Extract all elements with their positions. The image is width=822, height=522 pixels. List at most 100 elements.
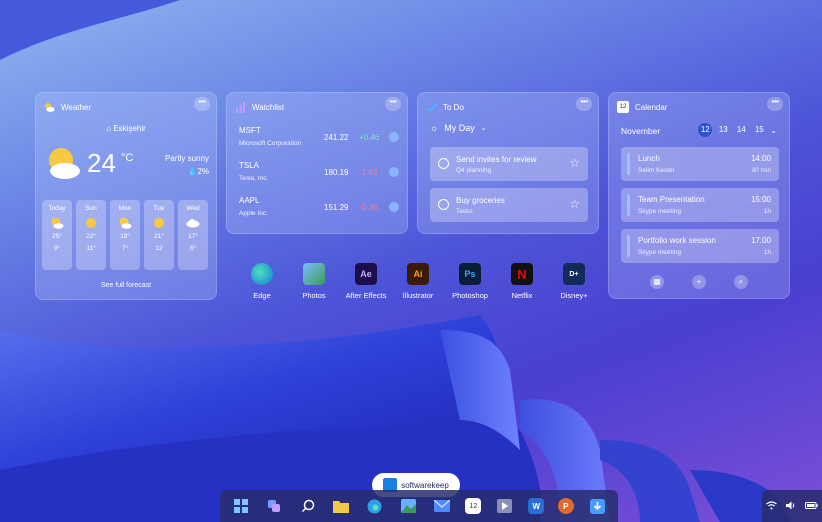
app-netflix[interactable]: N Netflix — [496, 263, 548, 300]
calendar-day[interactable]: 14 — [734, 123, 748, 137]
start-icon[interactable] — [231, 496, 251, 516]
task-title: Buy groceries — [456, 196, 505, 205]
calendar-month: November — [621, 126, 661, 136]
edge-taskbar-icon[interactable] — [365, 496, 385, 516]
sunny-icon — [86, 218, 96, 228]
event-color-bar — [627, 235, 630, 257]
calendar-day[interactable]: 13 — [716, 123, 730, 137]
wifi-icon[interactable] — [766, 500, 778, 512]
partly-sunny-icon — [45, 146, 81, 185]
task-title: Send invites for review — [456, 155, 537, 164]
search-icon[interactable]: ⌕ — [734, 275, 748, 289]
app-photoshop[interactable]: Ps Photoshop — [444, 263, 496, 300]
stock-change: +0.46 — [359, 133, 380, 142]
open-calendar-icon[interactable]: ▦ — [650, 275, 664, 289]
my-day-label: My Day — [444, 123, 475, 133]
netflix-icon: N — [511, 263, 533, 285]
stock-row[interactable]: AAPL Apple Inc. 151.29 -0.38 — [239, 196, 399, 222]
weather-condition: Partly sunny — [164, 154, 209, 163]
forecast-day[interactable]: Today 25° 9° — [42, 200, 72, 270]
app-photos[interactable]: Photos — [288, 263, 340, 300]
calendar-event[interactable]: Team Presentation Skype meeting 15:00 1h — [621, 188, 779, 222]
my-day-selector[interactable]: ☼ My Day ⌄ — [430, 123, 487, 133]
photoshop-icon: Ps — [459, 263, 481, 285]
raindrop-icon: 💧 — [187, 167, 198, 176]
stock-row[interactable]: TSLA Tesla, Inc. 180.19 -1.63 — [239, 161, 399, 187]
mail-icon[interactable] — [432, 496, 452, 516]
volume-icon[interactable] — [785, 501, 796, 512]
temperature-unit: °C — [121, 152, 134, 164]
widgets-icon[interactable] — [264, 496, 284, 516]
stock-symbol: MSFT — [239, 126, 261, 135]
watchlist-widget[interactable]: Watchlist ••• MSFT Microsoft Corporation… — [226, 92, 408, 234]
precipitation: 💧2% — [187, 167, 209, 176]
see-full-forecast-link[interactable]: See full forecast — [35, 282, 217, 289]
stock-row[interactable]: MSFT Microsoft Corporation 241.22 +0.46 — [239, 126, 399, 152]
check-icon — [389, 132, 399, 142]
forecast-day[interactable]: Tue 21° 12 — [144, 200, 174, 270]
calendar-header: 12 Calendar — [617, 99, 781, 115]
todo-title: To Do — [443, 102, 464, 112]
task-checkbox[interactable] — [438, 199, 449, 210]
star-icon[interactable]: ☆ — [569, 197, 580, 211]
event-subtitle: Skype meeting — [638, 208, 681, 215]
calendar-day[interactable]: 12 — [698, 123, 713, 137]
calendar-event[interactable]: Lunch Selim Kestel 14:00 30 min — [621, 147, 779, 181]
calendar-app-icon: 12 — [617, 101, 629, 113]
stock-name: Apple Inc. — [239, 210, 268, 217]
calendar-widget[interactable]: 12 Calendar ••• November 12 13 14 15 ⌄ L… — [608, 92, 790, 299]
stock-price: 241.22 — [324, 133, 349, 142]
event-duration: 1h — [763, 249, 771, 256]
task-list-name: Q4 planning — [456, 167, 492, 174]
task-checkbox[interactable] — [438, 158, 449, 169]
calendar-day-picker: 12 13 14 15 ⌄ — [698, 123, 777, 137]
add-event-icon[interactable]: + — [692, 275, 706, 289]
app-after-effects[interactable]: Ae After Effects — [340, 263, 392, 300]
file-explorer-icon[interactable] — [331, 496, 351, 516]
star-icon[interactable]: ☆ — [569, 156, 580, 170]
app-illustrator[interactable]: Ai Illustrator — [392, 263, 444, 300]
todo-widget[interactable]: To Do ••• ☼ My Day ⌄ Send invites for re… — [417, 92, 599, 234]
calendar-actions: ▦ + ⌕ — [609, 275, 789, 289]
battery-icon[interactable] — [804, 501, 818, 511]
watchlist-more-button[interactable]: ••• — [385, 97, 401, 111]
forecast-day[interactable]: Mon 18° 7° — [110, 200, 140, 270]
chevron-down-icon: ⌄ — [480, 125, 487, 132]
calendar-event[interactable]: Portfolio work session Skype meeting 17:… — [621, 229, 779, 263]
event-title: Team Presentation — [638, 195, 705, 204]
calendar-taskbar-icon[interactable]: 12 — [465, 498, 482, 514]
word-icon[interactable]: W — [528, 498, 545, 514]
edge-icon — [251, 263, 273, 285]
stock-symbol: TSLA — [239, 161, 260, 170]
calendar-day[interactable]: 15 — [752, 123, 766, 137]
event-time: 15:00 — [750, 195, 771, 204]
partly-sunny-icon — [51, 217, 64, 229]
photos-taskbar-icon[interactable] — [398, 496, 418, 516]
check-icon — [389, 167, 399, 177]
chevron-down-icon[interactable]: ⌄ — [770, 126, 777, 135]
photos-icon — [303, 263, 325, 285]
watchlist-title: Watchlist — [252, 102, 285, 112]
event-duration: 1h — [763, 208, 771, 215]
after-effects-icon: Ae — [355, 263, 377, 285]
app-launcher: Edge Photos Ae After Effects Ai Illustra… — [236, 263, 600, 300]
stock-symbol: AAPL — [239, 196, 260, 205]
partly-sunny-icon — [119, 217, 132, 229]
forecast-day[interactable]: Wed 17° 6° — [178, 200, 208, 270]
calendar-more-button[interactable]: ••• — [767, 97, 783, 111]
app-edge[interactable]: Edge — [236, 263, 288, 300]
todo-check-icon — [426, 102, 437, 113]
system-tray[interactable] — [762, 490, 822, 522]
task-item[interactable]: Send invites for review Q4 planning ☆ — [430, 147, 588, 181]
powerpoint-icon[interactable]: P — [557, 498, 574, 514]
app-disney-plus[interactable]: D+ Disney+ — [548, 263, 600, 300]
search-icon[interactable] — [298, 496, 318, 516]
media-icon[interactable] — [495, 496, 515, 516]
event-color-bar — [627, 194, 630, 216]
forecast-day[interactable]: Sun 22° 11° — [76, 200, 106, 270]
task-item[interactable]: Buy groceries Tasks ☆ — [430, 188, 588, 222]
todo-more-button[interactable]: ••• — [576, 97, 592, 111]
weather-location[interactable]: ⌂ Eskişehir — [35, 124, 217, 133]
download-icon[interactable] — [587, 496, 607, 516]
home-icon: ⌂ — [106, 124, 112, 133]
